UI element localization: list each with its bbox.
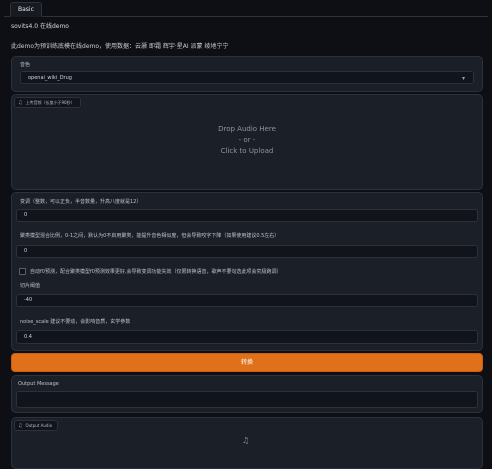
upload-audio-label-text: 上传音频（长度小于90秒）: [25, 100, 75, 105]
tab-bar: Basic: [4, 0, 488, 17]
speaker-label: 音色: [20, 62, 31, 68]
speaker-select-value: openai_wiki_Drug: [28, 75, 72, 81]
audio-dropzone[interactable]: Drop Audio Here - or - Click to Upload: [12, 108, 482, 188]
slice-threshold-label: 切片阈值: [20, 283, 41, 289]
dropzone-line-2: - or -: [238, 136, 256, 144]
music-note-icon: ♫: [18, 423, 23, 429]
auto-f0-checkbox[interactable]: [19, 268, 26, 275]
output-audio-label-text: Output Audio: [25, 423, 53, 428]
dropzone-line-1: Drop Audio Here: [218, 125, 276, 133]
output-audio-label: ♫ Output Audio: [14, 420, 59, 431]
music-note-icon: ♫: [242, 436, 250, 445]
upload-audio-label: ♫ 上传音频（长度小于90秒）: [14, 97, 81, 108]
speaker-panel: 音色 openai_wiki_Drug ▾: [11, 56, 483, 92]
pitch-label: 变调（整数，可以正负，半音数量，升高八度就是12）: [20, 199, 142, 205]
page-title: sovits4.0 在线demo: [11, 23, 69, 30]
cluster-ratio-input[interactable]: 0: [16, 245, 478, 258]
parameters-panel: 变调（整数，可以正负，半音数量，升高八度就是12） 0 聚类模型混合比例，0-1…: [11, 192, 483, 351]
convert-button[interactable]: 转换: [11, 353, 483, 372]
speaker-select[interactable]: openai_wiki_Drug ▾: [20, 71, 474, 84]
output-message-panel: Output Message: [11, 375, 483, 413]
output-message-box[interactable]: [16, 391, 478, 408]
chevron-down-icon: ▾: [461, 75, 465, 82]
noise-scale-label: noise_scale 建议不要动，会影响音质，玄学参数: [20, 319, 131, 325]
noise-scale-input[interactable]: 0.4: [16, 330, 478, 344]
page-subtitle: 此demo为预训练底模在线demo，使用数据：云灏 即霜 辉宇·星AI 派蒙 绫…: [11, 43, 229, 50]
pitch-input[interactable]: 0: [16, 209, 478, 222]
output-message-label: Output Message: [18, 381, 59, 387]
auto-f0-label: 自动f0预测，配合聚类模型f0预测效果更好,会导致变调功能失效（仅限转换语音，歌…: [30, 269, 282, 275]
music-note-icon: ♫: [18, 100, 23, 106]
upload-audio-panel: ♫ 上传音频（长度小于90秒） Drop Audio Here - or - Cl…: [11, 94, 483, 190]
slice-threshold-input[interactable]: -40: [16, 294, 478, 307]
tab-basic[interactable]: Basic: [10, 2, 42, 17]
dropzone-line-3: Click to Upload: [220, 147, 274, 155]
cluster-ratio-label: 聚类模型混合比例，0-1之间，默认为0不启用聚类，能提升音色相似度，但会导致咬字…: [20, 233, 280, 239]
